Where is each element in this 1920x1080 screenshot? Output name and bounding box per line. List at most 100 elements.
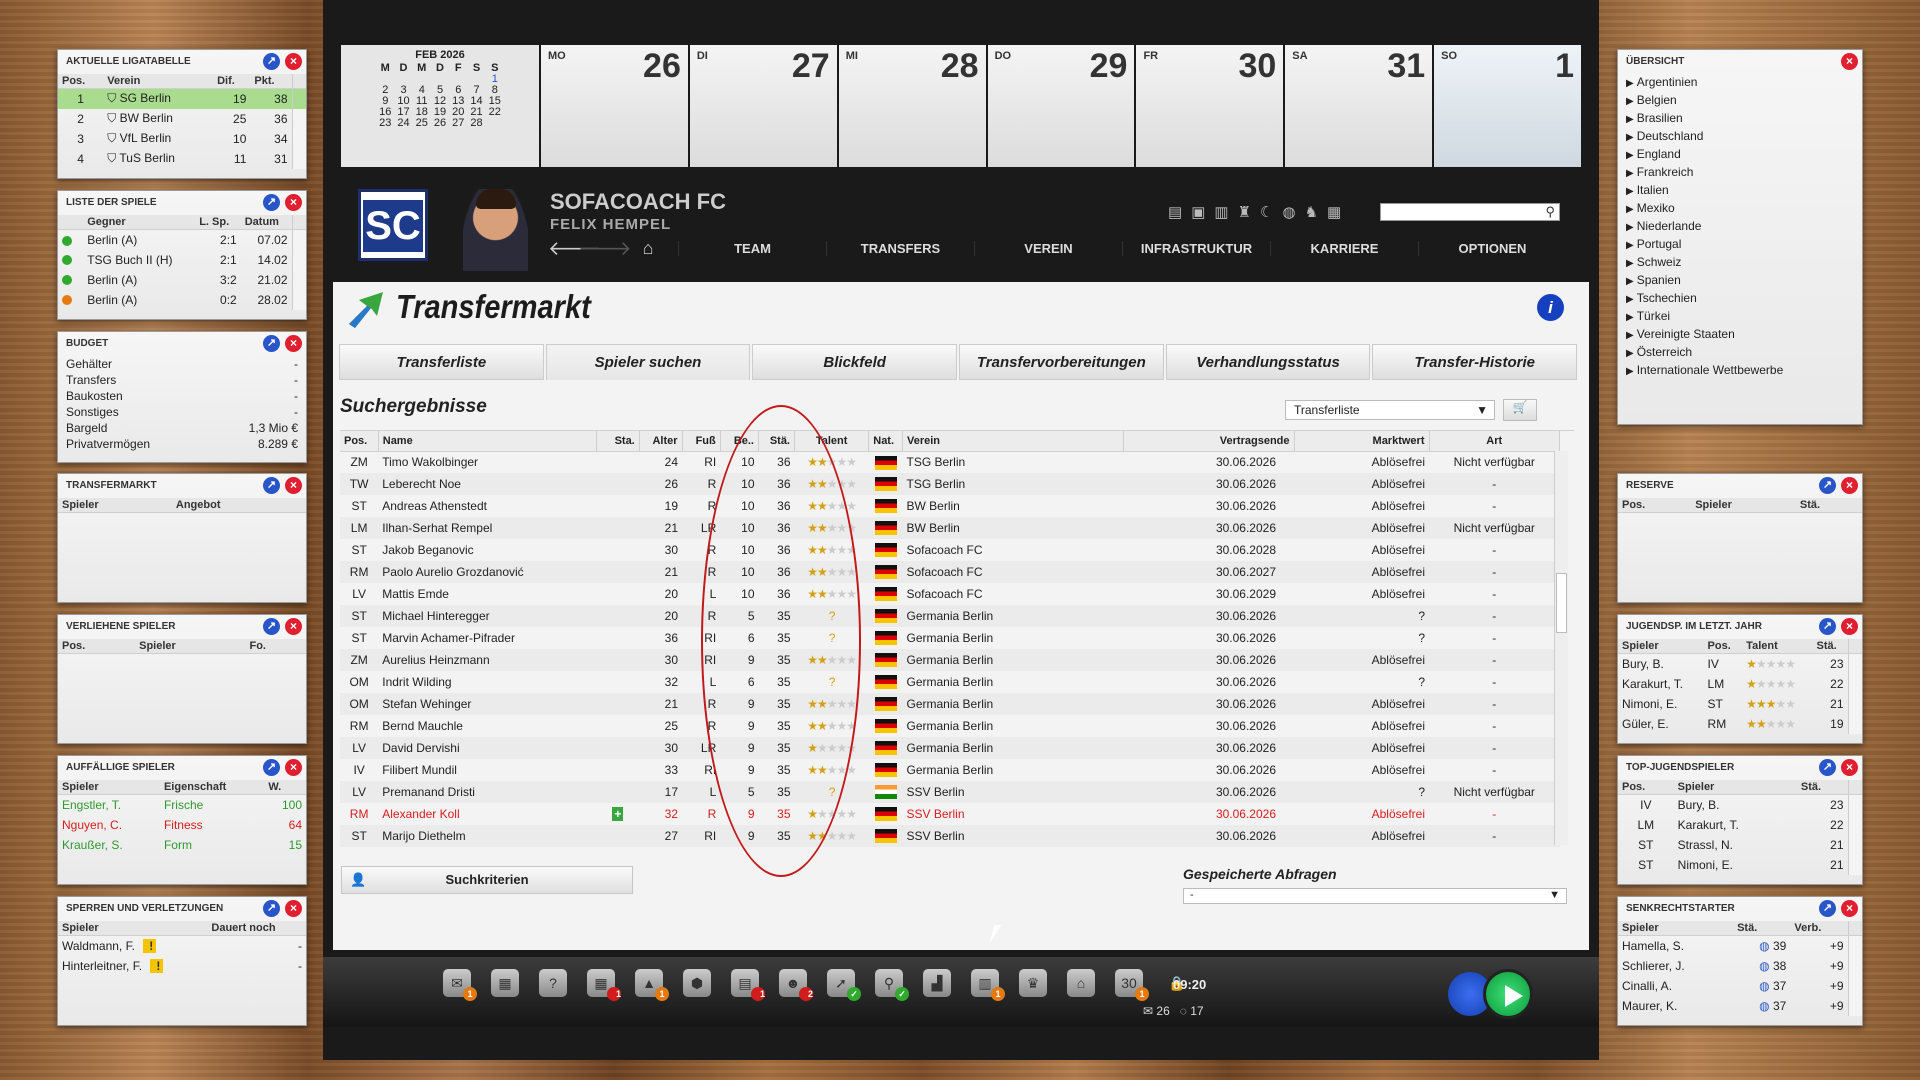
table-row[interactable]: Berlin (A) 3:2 21.02 bbox=[58, 269, 306, 290]
table-row[interactable]: Schlierer, J. ◍ 38 +9 bbox=[1618, 955, 1862, 976]
calendar-day[interactable]: 22 bbox=[486, 107, 504, 118]
table-row[interactable]: LM Karakurt, T. 22 bbox=[1618, 814, 1862, 835]
country-item[interactable]: Niederlande bbox=[1618, 218, 1862, 236]
table-row[interactable]: Engstler, T. Frische 100 bbox=[58, 795, 306, 815]
lineup-icon[interactable]: ? bbox=[539, 969, 567, 997]
globe-icon[interactable]: ◍ bbox=[1282, 203, 1295, 221]
country-item[interactable]: Brasilien bbox=[1618, 110, 1862, 128]
table-row[interactable]: ST Marijo Diethelm 27 RI 9 35 ★★★★★ SSV Berlin 3… bbox=[340, 825, 1560, 847]
col-header-4[interactable]: Fuß bbox=[682, 431, 721, 452]
calendar-day[interactable] bbox=[486, 118, 504, 129]
table-row[interactable]: ST Marvin Achamer-Pifrader 36 RI 6 35? Germani… bbox=[340, 627, 1560, 649]
col-header-2[interactable]: Sta. bbox=[596, 431, 640, 452]
calendar-day[interactable]: 23 bbox=[376, 118, 394, 129]
staff-icon[interactable]: ☻ 2 bbox=[779, 969, 813, 1001]
transfer-icon[interactable]: ➚ ✓ bbox=[827, 969, 861, 1001]
table-row[interactable]: 3 ⛉ VfL Berlin 10 34 bbox=[58, 128, 306, 149]
calendar-day-column[interactable]: DO 29 bbox=[987, 45, 1135, 167]
saved-queries-select[interactable]: - ▼ bbox=[1183, 888, 1567, 904]
tab-0[interactable]: Transferliste bbox=[339, 344, 544, 380]
country-item[interactable]: Internationale Wettbewerbe bbox=[1618, 362, 1862, 380]
stats-icon[interactable]: ▥ bbox=[1214, 203, 1228, 221]
scouting-icon[interactable]: ⚲ ✓ bbox=[875, 969, 909, 1001]
table-row[interactable]: Berlin (A) 0:2 28.02 bbox=[58, 289, 306, 310]
cart-icon[interactable]: 🛒 bbox=[1503, 399, 1537, 421]
country-item[interactable]: Türkei bbox=[1618, 308, 1862, 326]
calendar-day-column[interactable]: MI 28 bbox=[838, 45, 986, 167]
badge-icon[interactable]: ⬢ bbox=[683, 969, 711, 997]
table-row[interactable]: ST Andreas Athenstedt 19 R 10 36 ★★★★★ BW Berli… bbox=[340, 495, 1560, 517]
tactics-icon[interactable]: ▦ bbox=[491, 969, 519, 997]
table-row[interactable]: Berlin (A) 2:1 07.02 bbox=[58, 229, 306, 250]
country-item[interactable]: Frankreich bbox=[1618, 164, 1862, 182]
close-icon[interactable]: × bbox=[285, 194, 302, 211]
table-row[interactable]: Hamella, S. ◍ 39 +9 bbox=[1618, 935, 1862, 956]
nav-verein[interactable]: VEREIN bbox=[974, 240, 1122, 256]
table-row[interactable]: IV Filibert Mundil 33 RI 9 35 ★★★★★ Germania Be… bbox=[340, 759, 1560, 781]
close-icon[interactable]: × bbox=[1841, 900, 1858, 917]
country-item[interactable]: Mexiko bbox=[1618, 200, 1862, 218]
table-row[interactable]: Bury, B. IV ★★★★★ 23 bbox=[1618, 653, 1862, 674]
document-icon[interactable]: ▦ bbox=[1327, 203, 1341, 221]
close-icon[interactable]: × bbox=[285, 759, 302, 776]
expand-icon[interactable]: ↗ bbox=[1819, 759, 1836, 776]
nav-infrastruktur[interactable]: INFRASTRUKTUR bbox=[1122, 240, 1270, 256]
table-row[interactable]: OM Stefan Wehinger 21 R 9 35 ★★★★★ Germania Ber… bbox=[340, 693, 1560, 715]
col-header-0[interactable]: Pos. bbox=[340, 431, 379, 452]
fans-icon[interactable]: ♛ bbox=[1019, 969, 1047, 997]
table-row[interactable]: 2 ⛉ BW Berlin 25 36 bbox=[58, 108, 306, 129]
close-icon[interactable]: × bbox=[1841, 53, 1858, 70]
expand-icon[interactable]: ↗ bbox=[263, 900, 280, 917]
calendar-day[interactable]: 24 bbox=[394, 118, 412, 129]
table-row[interactable]: ST Nimoni, E. 21 bbox=[1618, 854, 1862, 875]
table-row[interactable]: ZM Timo Wakolbinger 24 RI 10 36 ★★★★★ TSG Berli… bbox=[340, 451, 1560, 473]
close-icon[interactable]: × bbox=[285, 618, 302, 635]
expand-icon[interactable]: ↗ bbox=[263, 759, 280, 776]
forward-icon[interactable]: 🡒 bbox=[578, 236, 632, 261]
country-item[interactable]: Schweiz bbox=[1618, 254, 1862, 272]
tab-3[interactable]: Transfervorbereitungen bbox=[959, 344, 1164, 380]
expand-icon[interactable]: ↗ bbox=[263, 477, 280, 494]
table-row[interactable]: LM Ilhan-Serhat Rempel 21 LR 10 36 ★★★★★ BW Ber… bbox=[340, 517, 1560, 539]
col-header-8[interactable]: Nat. bbox=[868, 431, 903, 452]
mail-icon[interactable]: ✉ 1 bbox=[443, 969, 477, 1001]
country-item[interactable]: England bbox=[1618, 146, 1862, 164]
table-row[interactable]: TW Leberecht Noe 26 R 10 36 ★★★★★ TSG Berlin 30.… bbox=[340, 473, 1560, 495]
search-criteria-button[interactable]: 👤 Suchkriterien bbox=[341, 866, 633, 894]
expand-icon[interactable]: ↗ bbox=[263, 194, 280, 211]
expand-icon[interactable]: ↗ bbox=[263, 53, 280, 70]
table-row[interactable]: OM Indrit Wilding 32 L 6 35? Germania Berlin 30… bbox=[340, 671, 1560, 693]
training-field-icon[interactable]: ▦ 1 bbox=[587, 969, 621, 1001]
table-row[interactable]: ST Strassl, N. 21 bbox=[1618, 834, 1862, 855]
country-item[interactable]: Belgien bbox=[1618, 92, 1862, 110]
table-row[interactable]: 1 ⛉ SG Berlin 19 38 bbox=[58, 88, 306, 109]
trophy-icon[interactable]: ♜ bbox=[1238, 203, 1251, 221]
col-header-11[interactable]: Marktwert bbox=[1294, 431, 1430, 452]
country-item[interactable]: Portugal bbox=[1618, 236, 1862, 254]
search-icon[interactable]: ⚲ bbox=[1545, 204, 1555, 220]
close-icon[interactable]: × bbox=[285, 900, 302, 917]
tab-5[interactable]: Transfer-Historie bbox=[1372, 344, 1578, 380]
expand-icon[interactable]: ↗ bbox=[1819, 900, 1836, 917]
col-header-6[interactable]: Stä. bbox=[758, 431, 795, 452]
table-row[interactable]: RM Paolo Aurelio Grozdanović 21 R 10 36 ★★★★★ S… bbox=[340, 561, 1560, 583]
close-icon[interactable]: × bbox=[285, 477, 302, 494]
calendar-day-column[interactable]: DI 27 bbox=[689, 45, 837, 167]
calendar-day-column[interactable]: SO 1 bbox=[1434, 45, 1582, 167]
back-icon[interactable]: 🡐 bbox=[548, 236, 602, 261]
country-item[interactable]: Deutschland bbox=[1618, 128, 1862, 146]
search-input[interactable]: ⚲ bbox=[1380, 203, 1560, 221]
window-icon[interactable]: ▣ bbox=[1191, 203, 1205, 221]
table-row[interactable]: LV Premanand Dristi 17 L 5 35? SSV Berlin 30.06… bbox=[340, 781, 1560, 803]
table-row[interactable]: Karakurt, T. LM ★★★★★ 22 bbox=[1618, 673, 1862, 694]
tab-1[interactable]: Spieler suchen bbox=[545, 344, 751, 380]
info-icon[interactable]: i bbox=[1537, 294, 1564, 321]
col-header-7[interactable]: Talent bbox=[794, 431, 870, 452]
expand-icon[interactable]: ↗ bbox=[263, 335, 280, 352]
table-row[interactable]: RM Alexander Koll +32 R 9 35 ★★★★★ SSV Berlin 30… bbox=[340, 803, 1560, 825]
continue-button[interactable] bbox=[1483, 969, 1533, 1019]
table-row[interactable]: ST Jakob Beganovic 30 R 10 36 ★★★★★ Sofacoach F… bbox=[340, 539, 1560, 561]
clipboard-icon[interactable]: ▤ 1 bbox=[731, 969, 765, 1001]
table-row[interactable]: Waldmann, F. ! - bbox=[58, 936, 306, 956]
col-header-9[interactable]: Verein bbox=[902, 431, 1124, 452]
